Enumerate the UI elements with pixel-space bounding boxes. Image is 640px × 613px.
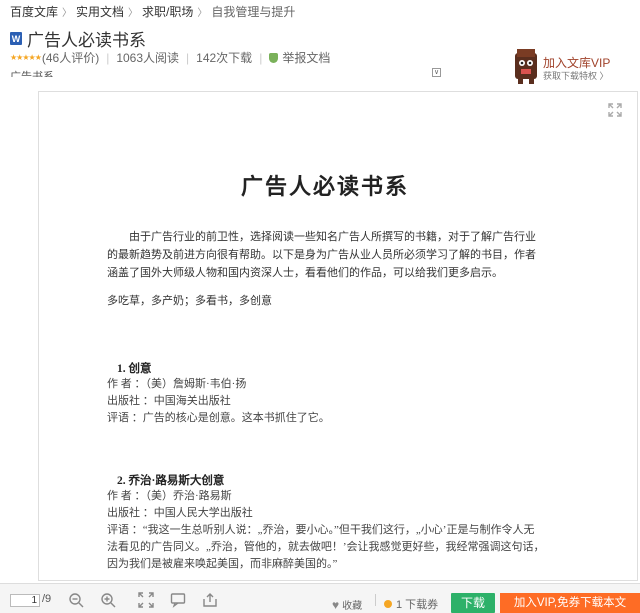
- document-heading: 广告人必读书系: [240, 174, 409, 199]
- toolbar-divider: [375, 594, 376, 606]
- book-title: 2. 乔治·路易斯大创意: [117, 475, 225, 487]
- meta-divider: |: [186, 50, 190, 65]
- favorite-button[interactable]: ♥ 收藏: [332, 597, 363, 613]
- breadcrumb-separator: 〉: [62, 8, 73, 19]
- breadcrumb-item-subcategory[interactable]: 求职/职场: [142, 3, 193, 20]
- bottom-toolbar: /9 ♥ 收藏 1 下载券 下载 加入VIP,免券下载本文: [0, 583, 640, 613]
- zoom-out-icon[interactable]: [68, 592, 84, 608]
- zoom-in-icon[interactable]: [100, 592, 116, 608]
- meta-divider: |: [259, 50, 263, 65]
- book-author: 作 者 ：（美）乔治·路易斯: [107, 490, 232, 502]
- book-review: 评语 ：广告的核心是创意。这本书抓住了它。: [107, 412, 330, 424]
- page-number-input[interactable]: [10, 594, 40, 607]
- book-publisher: 出版社 ：中国人民大学出版社: [107, 507, 253, 519]
- breadcrumb-separator: 〉: [197, 8, 208, 19]
- book-title: 1. 创意: [117, 363, 152, 375]
- breadcrumb-item-home[interactable]: 百度文库: [10, 3, 58, 20]
- rating-count[interactable]: (46人评价): [42, 49, 99, 66]
- download-count: 142次下载: [196, 51, 253, 65]
- coupon-info: 1 下载券: [384, 596, 438, 612]
- book-publisher: 出版社 ：中国海关出版社: [107, 395, 231, 407]
- book-author: 作 者 ：（美）詹姆斯·韦伯·扬: [107, 378, 247, 390]
- intro-paragraph: 由于广告行业的前卫性，选择阅读一些知名广告人所撰写的书籍，对于了解广告行业的最新…: [107, 231, 536, 279]
- vip-promo-subtitle[interactable]: 获取下载特权 〉: [543, 69, 609, 82]
- report-link[interactable]: 举报文档: [282, 49, 330, 66]
- coupon-icon: [384, 600, 392, 608]
- favorite-label: 收藏: [342, 601, 363, 612]
- meta-divider: |: [106, 50, 110, 65]
- page-total: /9: [42, 593, 52, 605]
- vip-promo[interactable]: 加入文库VIP 获取下载特权 〉: [510, 45, 638, 90]
- rating-stars-icon: ★★★★★: [10, 53, 42, 62]
- page-title: 广告人必读书系: [27, 31, 146, 50]
- book-info: 作 者 ：（美）詹姆斯·韦伯·扬 出版社 ：中国海关出版社 评语 ：广告的核心是…: [107, 376, 330, 427]
- document-viewer[interactable]: 广告人必读书系 由于广告行业的前卫性，选择阅读一些知名广告人所撰写的书籍，对于了…: [38, 91, 638, 581]
- coupon-label: 1 下载券: [396, 599, 439, 611]
- chevron-down-icon[interactable]: ∨: [432, 68, 441, 77]
- breadcrumb-item-current[interactable]: 自我管理与提升: [211, 3, 295, 20]
- download-button[interactable]: 下载: [451, 593, 495, 613]
- share-icon[interactable]: [202, 592, 218, 608]
- word-doc-icon: W: [10, 32, 22, 45]
- comment-icon[interactable]: [170, 592, 186, 608]
- book-review: 评语 ：“我这一生总听别人说：„乔治，要小心。”但干我们这行，„小心’正是与制作…: [107, 524, 545, 570]
- fullscreen-icon[interactable]: [608, 103, 622, 117]
- motto-paragraph: 多吃草，多产奶；多看书，多创意: [107, 295, 272, 307]
- shield-icon: [269, 52, 279, 63]
- doc-title-row: W 广告人必读书系: [10, 26, 146, 51]
- read-count: 1063人阅读: [116, 51, 180, 65]
- book-info: 作 者 ：（美）乔治·路易斯 出版社 ：中国人民大学出版社 评语 ：“我这一生总…: [107, 488, 545, 573]
- doc-meta: ★★★★★ (46人评价) | 1063人阅读 | 142次下载 | 举报文档: [10, 49, 330, 66]
- heart-icon: ♥: [332, 597, 340, 612]
- breadcrumb-item-category[interactable]: 实用文档: [76, 3, 124, 20]
- vip-download-button[interactable]: 加入VIP,免券下载本文: [500, 593, 640, 613]
- breadcrumb-separator: 〉: [128, 8, 139, 19]
- truncated-label: 广告书系: [10, 71, 54, 77]
- fullscreen-icon[interactable]: [138, 592, 154, 608]
- breadcrumb: 百度文库 〉 实用文档 〉 求职/职场 〉 自我管理与提升: [10, 3, 295, 20]
- vip-mascot-icon: [515, 49, 537, 84]
